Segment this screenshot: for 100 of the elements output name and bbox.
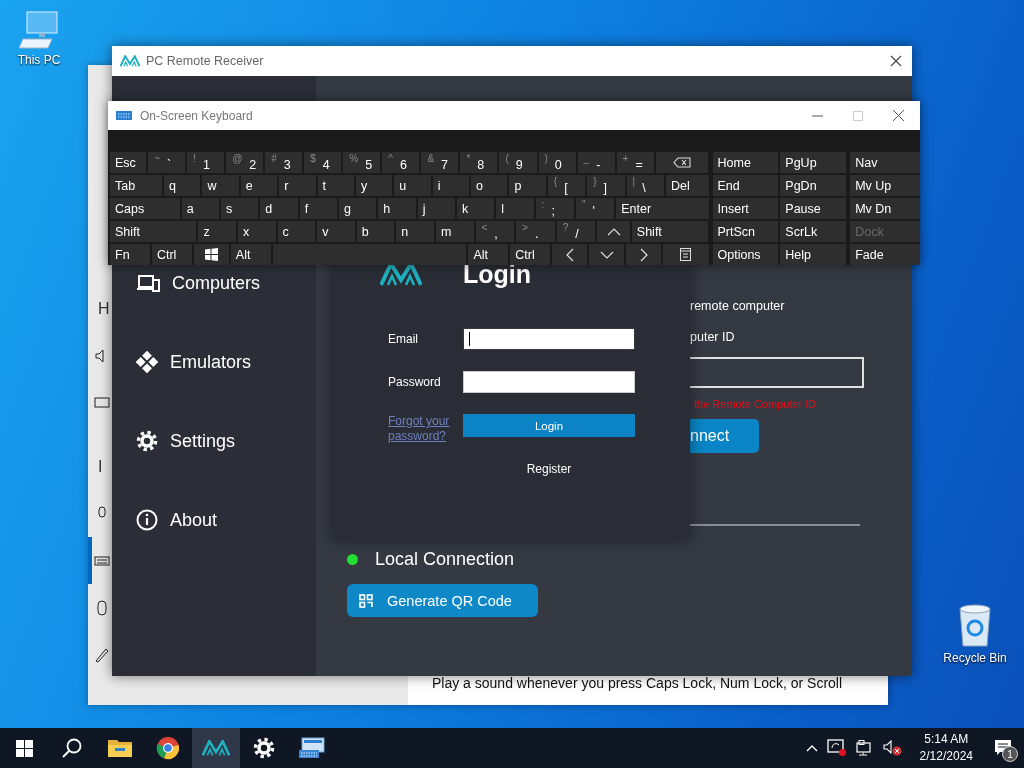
keyboard-key[interactable]: Shift xyxy=(110,221,197,242)
computer-id-field[interactable] xyxy=(690,357,864,388)
keyboard-key[interactable]: # 3 xyxy=(265,152,303,173)
register-link[interactable]: Register xyxy=(526,462,572,476)
keyboard-key[interactable]: m xyxy=(435,221,474,242)
keyboard-key[interactable]: ~ ` xyxy=(148,152,186,173)
keyboard-key[interactable]: PgDn xyxy=(780,175,847,196)
keyboard-key[interactable]: d xyxy=(260,198,298,219)
keyboard-key[interactable] xyxy=(193,244,229,265)
keyboard-key[interactable]: Mv Up xyxy=(850,175,920,196)
keyboard-key[interactable]: Home xyxy=(712,152,779,173)
keyboard-key[interactable]: Shift xyxy=(631,221,709,242)
keyboard-key[interactable]: Tab xyxy=(110,175,163,196)
keyboard-key[interactable]: ^ 6 xyxy=(382,152,420,173)
close-icon[interactable] xyxy=(890,55,902,67)
chevron-up-icon[interactable] xyxy=(805,744,818,752)
clock-date[interactable]: 2/12/2024 xyxy=(919,748,973,765)
keyboard-key[interactable]: * 8 xyxy=(460,152,498,173)
monitor-icon[interactable] xyxy=(855,740,874,756)
keyboard-key[interactable]: w xyxy=(202,175,239,196)
keyboard-key[interactable]: x xyxy=(238,221,276,242)
keyboard-key[interactable]: ! 1 xyxy=(187,152,225,173)
keyboard-key[interactable]: Help xyxy=(780,244,847,265)
keyboard-key[interactable]: " ' xyxy=(575,198,615,219)
keyboard-key[interactable]: < , xyxy=(475,221,515,242)
keyboard-key[interactable]: & 7 xyxy=(421,152,459,173)
keyboard-key[interactable]: h xyxy=(378,198,416,219)
keyboard-key[interactable]: u xyxy=(394,175,431,196)
text-caret xyxy=(469,332,470,346)
keyboard-key[interactable]: PgUp xyxy=(780,152,847,173)
keyboard-key[interactable]: l xyxy=(496,198,534,219)
keyboard-key[interactable]: f xyxy=(299,198,337,219)
keyboard-key[interactable]: i xyxy=(432,175,470,196)
keyboard-key[interactable]: k xyxy=(456,198,495,219)
keyboard-key[interactable]: Insert xyxy=(712,198,779,219)
sidebar-item[interactable]: Settings xyxy=(112,424,316,458)
keyboard-key[interactable]: t xyxy=(317,175,354,196)
keyboard-key[interactable]: Nav xyxy=(850,152,920,173)
keyboard-key[interactable]: Ctrl xyxy=(510,244,551,265)
forgot-password-link[interactable]: Forgot your password? xyxy=(388,414,463,444)
keyboard-key[interactable]: ( 9 xyxy=(499,152,537,173)
password-field[interactable] xyxy=(463,371,635,393)
keyboard-key[interactable]: ScrLk xyxy=(780,221,847,242)
keyboard-key[interactable]: b xyxy=(356,221,395,242)
keyboard-key[interactable]: Esc xyxy=(110,152,147,173)
keyboard-key[interactable]: > . xyxy=(516,221,555,242)
keyboard-key[interactable]: Options xyxy=(712,244,779,265)
computer-icon[interactable] xyxy=(18,10,60,50)
keyboard-key[interactable]: Ctrl xyxy=(151,244,192,265)
keyboard-key[interactable]: ? / xyxy=(556,221,596,242)
keyboard-key[interactable]: v xyxy=(317,221,355,242)
keyboard-key[interactable]: { [ xyxy=(547,175,586,196)
keyboard-key[interactable]: z xyxy=(198,221,237,242)
keyboard-key[interactable]: Mv Dn xyxy=(850,198,920,219)
keyboard-key[interactable]: ) 0 xyxy=(538,152,576,173)
keyboard-key[interactable]: | \ xyxy=(626,175,664,196)
keyboard-key[interactable]: } ] xyxy=(587,175,625,196)
keyboard-key[interactable]: Enter xyxy=(616,198,709,219)
speaker-muted-icon[interactable] xyxy=(882,740,903,756)
keyboard-key[interactable]: c xyxy=(277,221,316,242)
sidebar-item[interactable]: Emulators xyxy=(112,345,316,379)
keyboard-key[interactable]: Pause xyxy=(780,198,847,219)
keyboard-key[interactable]: o xyxy=(471,175,508,196)
keyboard-key[interactable]: r xyxy=(279,175,316,196)
keyboard-key[interactable]: : ; xyxy=(535,198,574,219)
keyboard-key[interactable]: p xyxy=(509,175,546,196)
keyboard-key[interactable] xyxy=(663,244,709,265)
keyboard-key[interactable]: Caps xyxy=(110,198,180,219)
keyboard-key[interactable]: a xyxy=(181,198,219,219)
keyboard-key[interactable]: Fade xyxy=(850,244,920,265)
keyboard-key[interactable]: s xyxy=(221,198,259,219)
keyboard-key[interactable]: n xyxy=(396,221,434,242)
sidebar-item[interactable]: Computers xyxy=(112,266,316,300)
keyboard-key[interactable]: _ - xyxy=(577,152,615,173)
close-icon[interactable] xyxy=(893,110,904,121)
keyboard-key[interactable]: j xyxy=(417,198,455,219)
sidebar-item[interactable]: About xyxy=(112,503,316,537)
login-button[interactable]: Login xyxy=(463,414,635,437)
keyboard-key[interactable]: Del xyxy=(665,175,709,196)
keyboard-key[interactable]: Alt xyxy=(468,244,509,265)
keyboard-key[interactable]: @ 2 xyxy=(226,152,264,173)
keyboard-key[interactable]: % 5 xyxy=(343,152,381,173)
keyboard-key[interactable]: g xyxy=(338,198,377,219)
network-error-icon[interactable] xyxy=(826,739,847,757)
email-field[interactable] xyxy=(463,328,635,350)
keyboard-key[interactable]: + = xyxy=(616,152,654,173)
keyboard-key[interactable]: Fn xyxy=(110,244,150,265)
connect-button[interactable]: nnect xyxy=(690,419,760,453)
nav-item[interactable] xyxy=(88,537,112,584)
keyboard-key[interactable]: PrtScn xyxy=(712,221,779,242)
keyboard-key[interactable]: End xyxy=(712,175,779,196)
keyboard-key[interactable]: q xyxy=(164,175,201,196)
clock-time[interactable]: 5:14 AM xyxy=(924,731,969,748)
generate-qr-button[interactable]: Generate QR Code xyxy=(347,584,538,617)
keyboard-key[interactable]: y xyxy=(355,175,393,196)
keyboard-key[interactable]: $ 4 xyxy=(304,152,342,173)
keyboard-key[interactable]: e xyxy=(240,175,278,196)
notification-button[interactable]: 1 xyxy=(990,735,1016,761)
keyboard-key[interactable]: Alt xyxy=(230,244,271,265)
keyboard-window-icon xyxy=(299,737,325,759)
